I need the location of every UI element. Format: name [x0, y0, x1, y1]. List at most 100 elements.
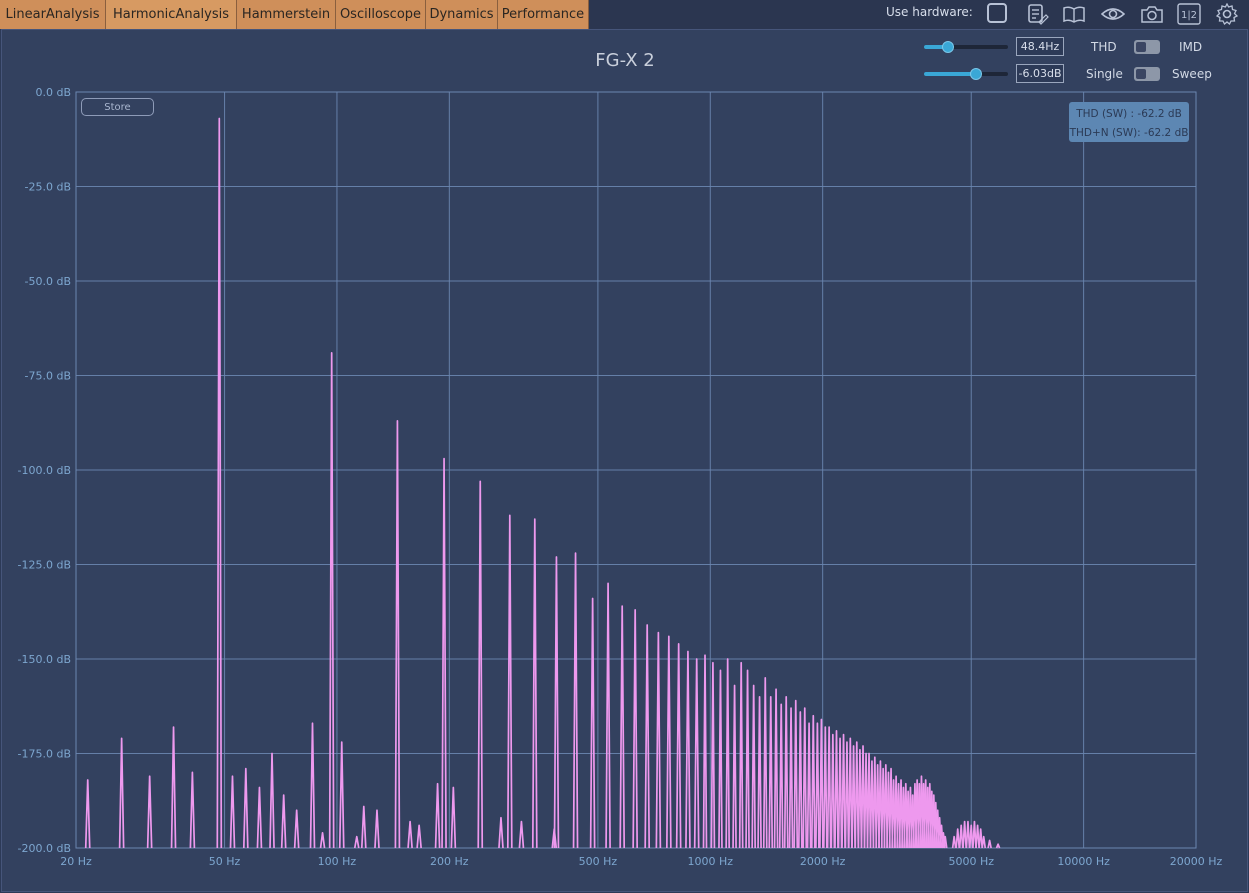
spectrum-peak: [280, 794, 287, 849]
spectrum-peak: [793, 699, 799, 849]
thd-metric: THD (SW) : -62.2 dB: [1076, 108, 1182, 120]
spectrum-peak: [589, 597, 596, 849]
spectrum-peak: [802, 707, 808, 849]
spectrum-peak: [995, 843, 1001, 849]
spectrum-peak: [632, 609, 639, 849]
spectrum-peak: [745, 669, 750, 849]
spectrum-peak: [815, 722, 820, 849]
spectrum-peak: [762, 677, 768, 849]
spectrum-peak: [732, 684, 737, 849]
spectrum-peak: [293, 809, 300, 849]
spectrum-peak: [844, 741, 850, 849]
spectrum-peak: [841, 733, 846, 849]
y-tick-label: -100.0 dB: [18, 464, 72, 477]
x-tick-label: 5000 Hz: [948, 855, 994, 868]
spectrum-peak: [531, 518, 538, 849]
spectrum-peak: [951, 835, 957, 849]
store-button[interactable]: Store: [81, 98, 154, 116]
spectrum-peak: [826, 726, 832, 849]
spectrum-peak: [847, 737, 853, 849]
spectrum-peak: [319, 832, 326, 849]
y-tick-label: -75.0 dB: [25, 370, 72, 383]
spectrum-peak: [229, 775, 236, 849]
spectrum-peak: [374, 809, 380, 849]
y-tick-label: -25.0 dB: [25, 181, 72, 194]
spectrum-peak: [837, 737, 843, 849]
spectrum-peak: [644, 624, 651, 849]
spectrum-peak: [441, 457, 447, 849]
y-tick-label: -50.0 dB: [25, 275, 72, 288]
spectrum-peak: [553, 556, 560, 849]
x-tick-label: 10000 Hz: [1057, 855, 1110, 868]
spectrum-peak: [450, 786, 457, 849]
spectrum-peak: [834, 729, 839, 849]
spectrum-peak: [416, 824, 422, 849]
spectrum-peak: [783, 695, 789, 849]
spectrum-peak: [685, 650, 691, 849]
spectrum-peak: [972, 820, 977, 849]
spectrum-peak: [665, 635, 672, 849]
spectrum-peak: [778, 703, 784, 849]
spectrum-peak: [773, 688, 779, 849]
spectrum-peak: [655, 631, 662, 849]
x-tick-label: 20 Hz: [60, 855, 92, 868]
spectrum-peak: [498, 816, 504, 849]
spectrum-peak: [353, 835, 360, 849]
spectrum-peak: [118, 737, 125, 849]
spectrum-peak: [619, 605, 626, 849]
spectrum-chart: 0.0 dB -25.0 dB -50.0 dB -75.0 dB -100.0 dB -…: [18, 86, 1223, 868]
spectrum-peak: [768, 695, 774, 849]
spectrum-peak: [338, 741, 345, 849]
spectrum-peak: [675, 643, 682, 849]
spectrum-peak: [256, 786, 263, 849]
x-tick-label: 100 Hz: [318, 855, 357, 868]
x-tick-label: 50 Hz: [209, 855, 241, 868]
spectrum-peak: [710, 661, 716, 849]
y-tick-label: -125.0 dB: [18, 559, 72, 572]
x-tick-label: 1000 Hz: [688, 855, 734, 868]
spectrum-peak: [725, 658, 731, 849]
spectrum-peak: [309, 722, 316, 849]
x-tick-label: 200 Hz: [430, 855, 469, 868]
spectrum-peak: [328, 351, 335, 849]
spectrum-peak: [962, 820, 967, 849]
spectrum-peak: [822, 726, 828, 849]
x-tick-label: 2000 Hz: [800, 855, 846, 868]
spectrum-peak: [506, 514, 513, 849]
spectrum-peak: [981, 835, 987, 849]
spectrum-peak: [987, 839, 992, 849]
spectrum-peak: [806, 722, 812, 849]
thdn-metric: THD+N (SW): -62.2 dB: [1069, 127, 1189, 139]
spectrum-peak: [751, 684, 757, 849]
spectrum-peak: [84, 779, 91, 849]
spectrum-peak: [242, 767, 249, 849]
spectrum-peak: [738, 661, 744, 849]
spectrum-peak: [851, 745, 856, 849]
x-tick-label: 500 Hz: [579, 855, 618, 868]
spectrum-peak: [830, 733, 836, 849]
spectrum-peak: [434, 782, 441, 849]
spectrum-peak: [819, 718, 824, 849]
spectrum-peak: [965, 820, 971, 849]
spectrum-peak: [788, 707, 794, 849]
spectrum-peak: [189, 771, 196, 849]
spectrum-peak: [394, 420, 401, 849]
spectrum-peak: [955, 828, 961, 849]
spectrum-peak: [360, 805, 367, 849]
spectrum-peak: [572, 552, 579, 849]
spectrum-peak: [407, 820, 413, 849]
spectrum-peak: [518, 820, 525, 849]
spectrum-peak: [269, 752, 275, 849]
y-tick-label: 0.0 dB: [35, 86, 71, 99]
spectrum-peak: [477, 480, 484, 849]
spectrum-peak: [146, 775, 153, 849]
spectrum-peak: [170, 726, 177, 849]
x-tick-label: 20000 Hz: [1170, 855, 1223, 868]
spectrum-peak: [810, 714, 816, 849]
spectrum-peak: [718, 669, 723, 849]
metrics-panel: THD (SW) : -62.2 dB THD+N (SW): -62.2 dB: [1069, 102, 1189, 142]
spectrum-peak: [797, 711, 803, 849]
y-tick-label: -150.0 dB: [18, 653, 72, 666]
spectrum-peak: [702, 654, 708, 849]
spectrum-peak: [757, 695, 762, 849]
